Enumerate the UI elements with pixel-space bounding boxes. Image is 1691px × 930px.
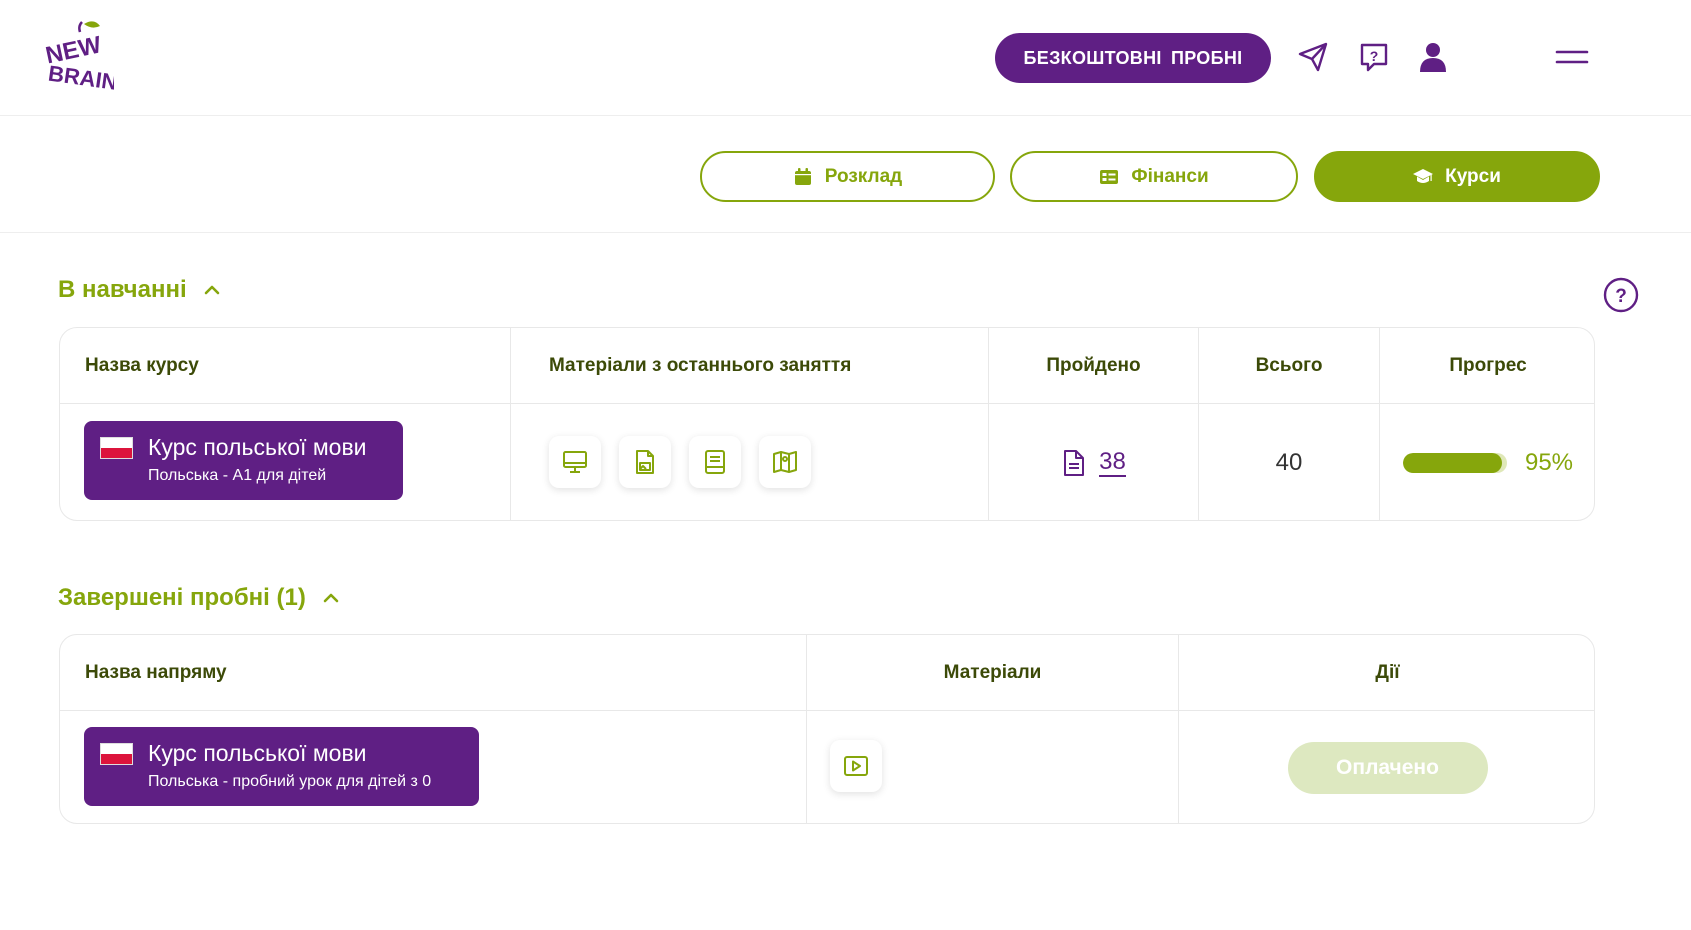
studying-section-title: В навчанні [58, 276, 187, 303]
help-circle-icon[interactable]: ? [1603, 277, 1639, 313]
trials-section-toggle[interactable]: Завершені пробні (1) [58, 584, 342, 612]
passed-cell: 38 [989, 404, 1199, 520]
total-cell: 40 [1199, 404, 1380, 520]
course-title: Курс польської мови [148, 740, 367, 766]
chevron-up-icon [204, 285, 219, 295]
tab-schedule[interactable]: Розклад [700, 151, 995, 202]
video-icon[interactable] [830, 740, 882, 792]
free-trials-button[interactable]: БЕЗКОШТОВНІ ПРОБНІ [995, 33, 1271, 83]
column-header-direction-name: Назва напряму [60, 635, 807, 710]
table-header-row: Назва напряму Матеріали Дії [60, 635, 1594, 711]
progress-cell: 95% [1380, 404, 1594, 520]
studying-section-toggle[interactable]: В навчанні [58, 276, 223, 304]
svg-text:?: ? [1370, 48, 1379, 64]
tab-finance-label: Фінанси [1131, 165, 1209, 187]
page: NEW BRAIN БЕЗКОШТОВНІ ПРОБНІ ? Розклад Ф… [0, 0, 1691, 930]
presentation-icon[interactable] [549, 436, 601, 488]
tab-schedule-label: Розклад [824, 165, 903, 187]
send-icon[interactable] [1296, 40, 1330, 74]
materials-cell [511, 404, 989, 520]
book-map-icon[interactable] [759, 436, 811, 488]
course-badge[interactable]: Курс польської мови Польська - пробний у… [84, 727, 479, 806]
document-icon [1064, 450, 1085, 476]
passed-lessons-link[interactable]: 38 [1099, 449, 1126, 477]
column-header-materials: Матеріали з останнього заняття [511, 328, 989, 403]
trials-section-title: Завершені пробні (1) [58, 584, 306, 611]
new-brain-logo[interactable]: NEW BRAIN [44, 18, 114, 94]
materials-cell [807, 711, 1179, 823]
chevron-up-icon [323, 593, 339, 603]
progress-percent: 95% [1524, 449, 1574, 476]
table-row: Курс польської мови Польська - А1 для ді… [60, 404, 1594, 520]
tab-courses-label: Курси [1445, 165, 1501, 187]
column-header-total: Всього [1199, 328, 1380, 403]
poland-flag-icon [100, 437, 133, 459]
trials-table: Назва напряму Матеріали Дії Курс польськ… [59, 634, 1595, 824]
course-subtitle: Польська - А1 для дітей [148, 467, 327, 484]
course-title: Курс польської мови [148, 434, 367, 460]
graduation-cap-icon [1413, 168, 1434, 183]
tab-finance[interactable]: Фінанси [1010, 151, 1298, 202]
course-subtitle: Польська - пробний урок для дітей з 0 [148, 773, 432, 790]
notebook-icon[interactable] [689, 436, 741, 488]
column-header-progress: Прогрес [1449, 354, 1527, 376]
svg-text:?: ? [1615, 286, 1627, 307]
user-icon[interactable] [1416, 40, 1450, 74]
svg-text:BRAIN: BRAIN [47, 61, 114, 94]
poland-flag-icon [100, 743, 133, 765]
course-name-cell: Курс польської мови Польська - А1 для ді… [60, 404, 511, 520]
table-header-row: Назва курсу Матеріали з останнього занят… [60, 328, 1594, 404]
help-chat-icon[interactable]: ? [1357, 40, 1391, 74]
column-header-passed: Пройдено [989, 328, 1199, 403]
paid-button[interactable]: Оплачено [1287, 742, 1488, 794]
direction-name-cell: Курс польської мови Польська - пробний у… [60, 711, 807, 823]
column-header-course-name: Назва курсу [60, 328, 511, 403]
top-header: NEW BRAIN БЕЗКОШТОВНІ ПРОБНІ ? [0, 0, 1691, 116]
column-header-materials: Матеріали [807, 635, 1179, 710]
column-header-actions: Дії [1375, 661, 1400, 683]
document-image-icon[interactable] [619, 436, 671, 488]
actions-cell: Оплачено [1179, 711, 1594, 823]
total-lessons: 40 [1275, 449, 1303, 476]
section-tabs: Розклад Фінанси Курси [0, 116, 1691, 233]
tab-courses[interactable]: Курси [1314, 151, 1600, 202]
progress-bar-fill [1402, 453, 1502, 473]
table-row: Курс польської мови Польська - пробний у… [60, 711, 1594, 823]
finance-icon [1100, 169, 1119, 184]
course-badge[interactable]: Курс польської мови Польська - А1 для ді… [84, 421, 403, 500]
calendar-icon [794, 167, 811, 185]
menu-icon[interactable] [1555, 40, 1589, 74]
studying-table: Назва курсу Матеріали з останнього занят… [59, 327, 1595, 521]
progress-bar [1402, 453, 1507, 473]
